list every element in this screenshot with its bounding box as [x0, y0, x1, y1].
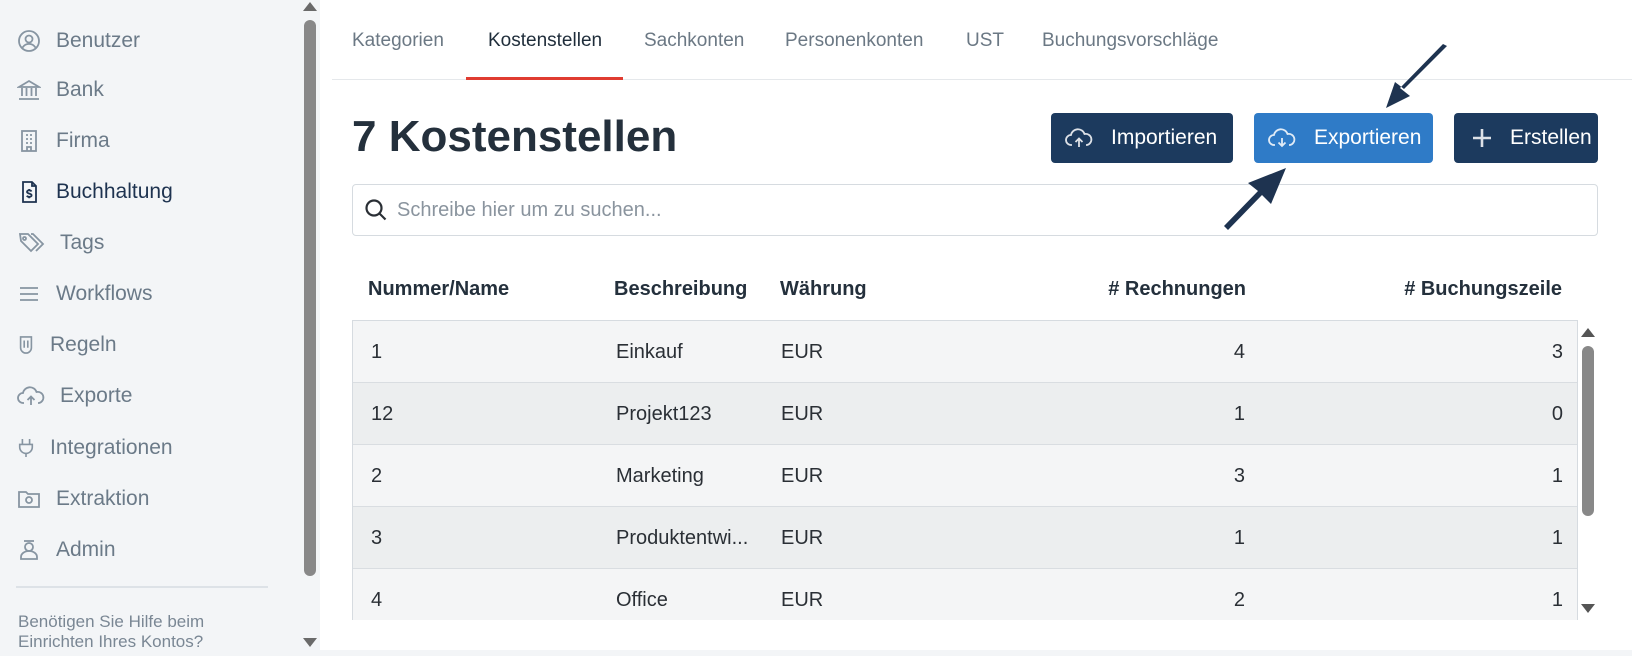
import-button[interactable]: Importieren [1051, 113, 1233, 163]
cell-beschreibung: Office [616, 589, 668, 611]
column-header-beschreibung[interactable]: Beschreibung [614, 278, 747, 301]
table-scroll-up-icon[interactable] [1581, 328, 1595, 337]
folder-icon [16, 486, 42, 512]
import-button-label: Importieren [1111, 126, 1218, 149]
sidebar-item-label: Admin [56, 538, 116, 561]
help-text[interactable]: Benötigen Sie Hilfe beim Einrichten Ihre… [18, 612, 278, 652]
cell-nummer: 3 [371, 527, 383, 549]
create-button[interactable]: Erstellen [1454, 113, 1598, 163]
column-header-rechnungen[interactable]: # Rechnungen [1000, 278, 1246, 301]
cloud-upload-icon [16, 383, 46, 409]
cell-nummer: 1 [371, 341, 383, 363]
cell-beschreibung: Produktentwi... [616, 527, 749, 549]
sidebar-item-label: Buchhaltung [56, 180, 173, 203]
plug-icon [16, 435, 36, 461]
cell-buchungszeile: 1 [1551, 589, 1563, 611]
building-icon [16, 128, 42, 154]
table-scrollbar-thumb[interactable] [1582, 346, 1594, 516]
bank-icon [16, 77, 42, 103]
search-input[interactable] [397, 198, 1577, 222]
cell-beschreibung: Einkauf [616, 341, 683, 363]
sidebar-item-label: Bank [56, 78, 104, 101]
cell-buchungszeile: 3 [1551, 341, 1563, 363]
sidebar-item-label: Firma [56, 129, 110, 152]
tab-kategorien[interactable]: Kategorien [352, 30, 444, 52]
export-button[interactable]: Exportieren [1254, 113, 1433, 163]
table-row[interactable]: 2 Marketing EUR 3 1 [353, 445, 1577, 507]
cell-waehrung: EUR [781, 589, 824, 611]
create-button-label: Erstellen [1510, 126, 1592, 149]
table-body: 1 Einkauf EUR 4 3 12 Projekt123 EUR 1 0 … [352, 320, 1578, 620]
sidebar-item-regeln[interactable]: Regeln [16, 328, 117, 362]
tab-sachkonten[interactable]: Sachkonten [644, 30, 744, 52]
sidebar-item-label: Extraktion [56, 487, 150, 510]
scroll-down-arrow-icon[interactable] [303, 638, 317, 647]
search-box[interactable] [352, 184, 1598, 236]
bottom-edge [320, 650, 1632, 656]
sidebar-item-label: Exporte [60, 384, 133, 407]
cell-rechnungen: 4 [1233, 341, 1245, 363]
cell-nummer: 12 [371, 403, 394, 425]
user-circle-icon [16, 28, 42, 54]
table-row[interactable]: 1 Einkauf EUR 4 3 [353, 321, 1577, 383]
cell-beschreibung: Marketing [616, 465, 704, 487]
export-button-label: Exportieren [1314, 126, 1422, 149]
sidebar-item-benutzer[interactable]: Benutzer [16, 24, 140, 58]
sidebar-item-label: Benutzer [56, 29, 141, 52]
active-tab-indicator [466, 77, 623, 80]
column-header-waehrung[interactable]: Währung [780, 278, 867, 301]
tags-icon [16, 230, 46, 256]
page-title: 7 Kostenstellen [352, 112, 678, 161]
sidebar-item-admin[interactable]: Admin [16, 533, 116, 567]
cell-buchungszeile: 1 [1551, 465, 1563, 487]
cell-beschreibung: Projekt123 [616, 403, 712, 425]
column-header-buchungszeile[interactable]: # Buchungszeile [1300, 278, 1562, 301]
search-icon [363, 197, 389, 223]
cell-rechnungen: 1 [1233, 403, 1245, 425]
column-header-nummer[interactable]: Nummer/Name [368, 278, 509, 301]
table-row[interactable]: 3 Produktentwi... EUR 1 1 [353, 507, 1577, 569]
sidebar-divider [16, 586, 268, 588]
list-icon [16, 281, 42, 307]
cell-rechnungen: 2 [1233, 589, 1245, 611]
sidebar-item-label: Workflows [56, 282, 153, 305]
sidebar-item-integrationen[interactable]: Integrationen [16, 431, 173, 465]
cell-rechnungen: 1 [1233, 527, 1245, 549]
sidebar-item-bank[interactable]: Bank [16, 73, 104, 107]
sidebar-item-label: Tags [60, 231, 105, 254]
plus-icon [1468, 127, 1496, 149]
table-scroll-down-icon[interactable] [1581, 604, 1595, 613]
rules-icon [16, 332, 36, 358]
cell-waehrung: EUR [781, 403, 824, 425]
cell-rechnungen: 3 [1233, 465, 1245, 487]
cell-nummer: 4 [371, 589, 383, 611]
admin-icon [16, 537, 42, 563]
cloud-upload-icon [1065, 127, 1093, 149]
sidebar-item-extraktion[interactable]: Extraktion [16, 482, 149, 516]
cell-waehrung: EUR [781, 341, 824, 363]
tab-ust[interactable]: UST [966, 30, 1004, 52]
sidebar-item-buchhaltung[interactable]: Buchhaltung [16, 175, 173, 209]
table-row[interactable]: 4 Office EUR 2 1 [353, 569, 1577, 620]
tab-kostenstellen[interactable]: Kostenstellen [488, 30, 602, 52]
table-row[interactable]: 12 Projekt123 EUR 1 0 [353, 383, 1577, 445]
sidebar-item-firma[interactable]: Firma [16, 124, 110, 158]
tab-buchungsvorschlaege[interactable]: Buchungsvorschläge [1042, 30, 1218, 52]
sidebar-item-label: Regeln [50, 333, 117, 356]
cloud-download-icon [1268, 127, 1296, 149]
sidebar-item-exporte[interactable]: Exporte [16, 379, 132, 413]
sidebar-item-workflows[interactable]: Workflows [16, 277, 152, 311]
cell-waehrung: EUR [781, 465, 824, 487]
cell-buchungszeile: 0 [1551, 403, 1563, 425]
sidebar: Benutzer Bank Firma Buchhaltung Tags Wor… [0, 0, 300, 656]
sidebar-scrollbar-thumb[interactable] [304, 20, 316, 576]
sidebar-item-label: Integrationen [50, 436, 173, 459]
tab-personenkonten[interactable]: Personenkonten [785, 30, 923, 52]
sidebar-item-tags[interactable]: Tags [16, 226, 104, 260]
cell-buchungszeile: 1 [1551, 527, 1563, 549]
cell-waehrung: EUR [781, 527, 824, 549]
scroll-up-arrow-icon[interactable] [303, 2, 317, 11]
invoice-icon [16, 179, 42, 205]
cell-nummer: 2 [371, 465, 383, 487]
